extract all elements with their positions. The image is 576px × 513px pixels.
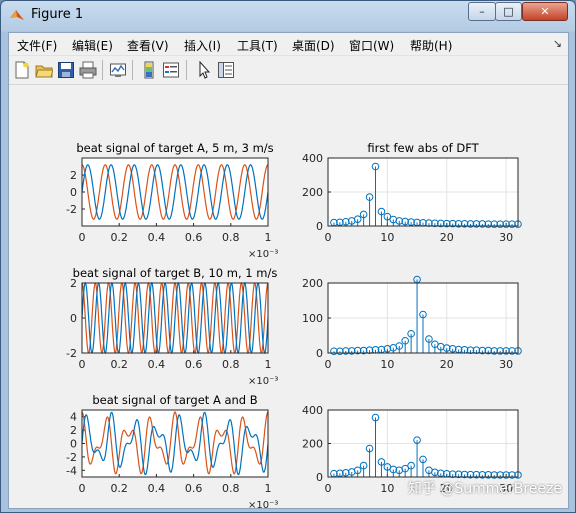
x-tick-label: 0.6 bbox=[185, 482, 203, 495]
axes-title: beat signal of target A and B bbox=[92, 393, 257, 407]
x-tick-label: 0.6 bbox=[185, 358, 203, 371]
menu-edit[interactable]: 编辑(E) bbox=[72, 37, 113, 54]
y-tick-label: -2 bbox=[66, 451, 77, 464]
figure-window: Figure 1 – □ ✕ 文件(F) 编辑(E) 查看(V) 插入(I) 工… bbox=[0, 0, 576, 513]
open-file-icon[interactable] bbox=[35, 61, 53, 79]
x-tick-label: 1 bbox=[265, 231, 272, 244]
y-tick-label: 0 bbox=[70, 186, 77, 199]
x-tick-label: 0.8 bbox=[222, 231, 240, 244]
axes-2[interactable]: 0 10 20 30 400 200 0 first few abs of DFT bbox=[302, 141, 522, 244]
close-button[interactable]: ✕ bbox=[522, 2, 568, 21]
y-tick-label: 0 bbox=[70, 312, 77, 325]
matlab-icon bbox=[10, 10, 24, 20]
x-tick-label: 30 bbox=[499, 231, 513, 244]
axes-4[interactable]: 0 10 20 30 200 100 0 bbox=[302, 275, 522, 371]
x-exponent-label: ×10⁻³ bbox=[248, 249, 278, 260]
window-client: 文件(F) 编辑(E) 查看(V) 插入(I) 工具(T) 桌面(D) 窗口(W… bbox=[8, 32, 569, 511]
x-tick-label: 0.4 bbox=[148, 231, 166, 244]
insert-legend-icon[interactable] bbox=[162, 61, 180, 79]
menu-help[interactable]: 帮助(H) bbox=[410, 37, 452, 54]
title-bar[interactable]: Figure 1 – □ ✕ bbox=[1, 1, 575, 29]
x-tick-label: 1 bbox=[265, 482, 272, 495]
x-tick-label: 0 bbox=[325, 358, 332, 371]
x-tick-label: 1 bbox=[265, 358, 272, 371]
print-icon[interactable] bbox=[79, 61, 97, 79]
watermark-text: 知乎 @SummerBreeze bbox=[407, 481, 562, 497]
y-tick-label: 0 bbox=[316, 471, 323, 484]
menu-tools[interactable]: 工具(T) bbox=[237, 37, 278, 54]
y-tick-label: 0 bbox=[316, 220, 323, 233]
y-tick-label: 200 bbox=[302, 277, 323, 290]
menu-view[interactable]: 查看(V) bbox=[127, 37, 169, 54]
y-tick-label: -2 bbox=[66, 347, 77, 360]
maximize-button[interactable]: □ bbox=[495, 2, 522, 21]
x-exponent-label: ×10⁻³ bbox=[248, 376, 278, 387]
y-tick-label: 2 bbox=[70, 424, 77, 437]
y-tick-label: 2 bbox=[70, 169, 77, 182]
x-tick-label: 0.6 bbox=[185, 231, 203, 244]
save-icon[interactable] bbox=[57, 61, 75, 79]
axes-title: beat signal of target B, 10 m, 1 m/s bbox=[73, 266, 278, 280]
x-tick-label: 0 bbox=[325, 482, 332, 495]
new-figure-icon[interactable] bbox=[13, 61, 31, 79]
x-tick-label: 0 bbox=[79, 482, 86, 495]
x-tick-label: 0 bbox=[325, 231, 332, 244]
toolbar-separator bbox=[132, 60, 133, 80]
axes-title: beat signal of target A, 5 m, 3 m/s bbox=[76, 141, 273, 155]
y-tick-label: -4 bbox=[66, 464, 77, 477]
y-tick-label: 400 bbox=[302, 152, 323, 165]
toolbar bbox=[9, 56, 568, 85]
x-tick-label: 20 bbox=[440, 231, 454, 244]
x-tick-label: 0 bbox=[79, 358, 86, 371]
x-tick-label: 0 bbox=[79, 231, 86, 244]
y-tick-label: 200 bbox=[302, 438, 323, 451]
y-tick-label: 400 bbox=[302, 404, 323, 417]
y-tick-label: -2 bbox=[66, 203, 77, 216]
x-tick-label: 0.2 bbox=[110, 231, 128, 244]
axes-5[interactable]: 0 0.2 0.4 0.6 0.8 1420-2-4×10⁻³beat signal of… bbox=[66, 393, 278, 511]
insert-colorbar-icon[interactable] bbox=[140, 61, 158, 79]
axes-title: first few abs of DFT bbox=[367, 141, 479, 155]
x-tick-label: 30 bbox=[499, 358, 513, 371]
axes-1[interactable]: 0 0.2 0.4 0.6 0.8 1 2 0 -2 ×10⁻³ beat signal of ta… bbox=[66, 141, 278, 260]
x-tick-label: 10 bbox=[380, 231, 394, 244]
x-tick-label: 10 bbox=[380, 482, 394, 495]
x-exponent-label: ×10⁻³ bbox=[248, 500, 278, 508]
x-tick-label: 0.8 bbox=[222, 482, 240, 495]
toolbar-separator bbox=[186, 60, 187, 80]
menu-insert[interactable]: 插入(I) bbox=[184, 37, 221, 54]
menu-overflow-icon[interactable]: ↘ bbox=[553, 37, 562, 50]
pointer-icon[interactable] bbox=[195, 61, 213, 79]
x-tick-label: 0.2 bbox=[110, 358, 128, 371]
menu-bar: 文件(F) 编辑(E) 查看(V) 插入(I) 工具(T) 桌面(D) 窗口(W… bbox=[9, 33, 568, 56]
plots-svg: 0 0.2 0.4 0.6 0.8 120-2×10⁻³beat signal of ta… bbox=[66, 141, 522, 511]
window-title: Figure 1 bbox=[31, 7, 84, 22]
x-tick-label: 0.4 bbox=[148, 482, 166, 495]
x-tick-label: 0.2 bbox=[110, 482, 128, 495]
menu-file[interactable]: 文件(F) bbox=[17, 37, 57, 54]
minimize-button[interactable]: – bbox=[468, 2, 496, 21]
x-tick-label: 0.8 bbox=[222, 358, 240, 371]
menu-desktop[interactable]: 桌面(D) bbox=[292, 37, 335, 54]
y-tick-label: 0 bbox=[70, 438, 77, 451]
axes-3[interactable]: 0 0.2 0.4 0.6 0.8 120-2×10⁻³beat signal of ta… bbox=[66, 266, 278, 387]
x-tick-label: 20 bbox=[440, 358, 454, 371]
y-tick-label: 0 bbox=[316, 347, 323, 360]
menu-window[interactable]: 窗口(W) bbox=[349, 37, 394, 54]
link-plot-icon[interactable] bbox=[109, 61, 127, 79]
x-tick-label: 10 bbox=[380, 358, 394, 371]
y-tick-label: 4 bbox=[70, 411, 77, 424]
y-tick-label: 200 bbox=[302, 186, 323, 199]
property-editor-icon[interactable] bbox=[217, 61, 235, 79]
toolbar-separator bbox=[102, 60, 103, 80]
y-tick-label: 100 bbox=[302, 312, 323, 325]
x-tick-label: 0.4 bbox=[148, 358, 166, 371]
figure-canvas[interactable]: 0 0.2 0.4 0.6 0.8 1 2 0 -2 ×10⁻³ beat signal of ta… bbox=[9, 85, 568, 511]
